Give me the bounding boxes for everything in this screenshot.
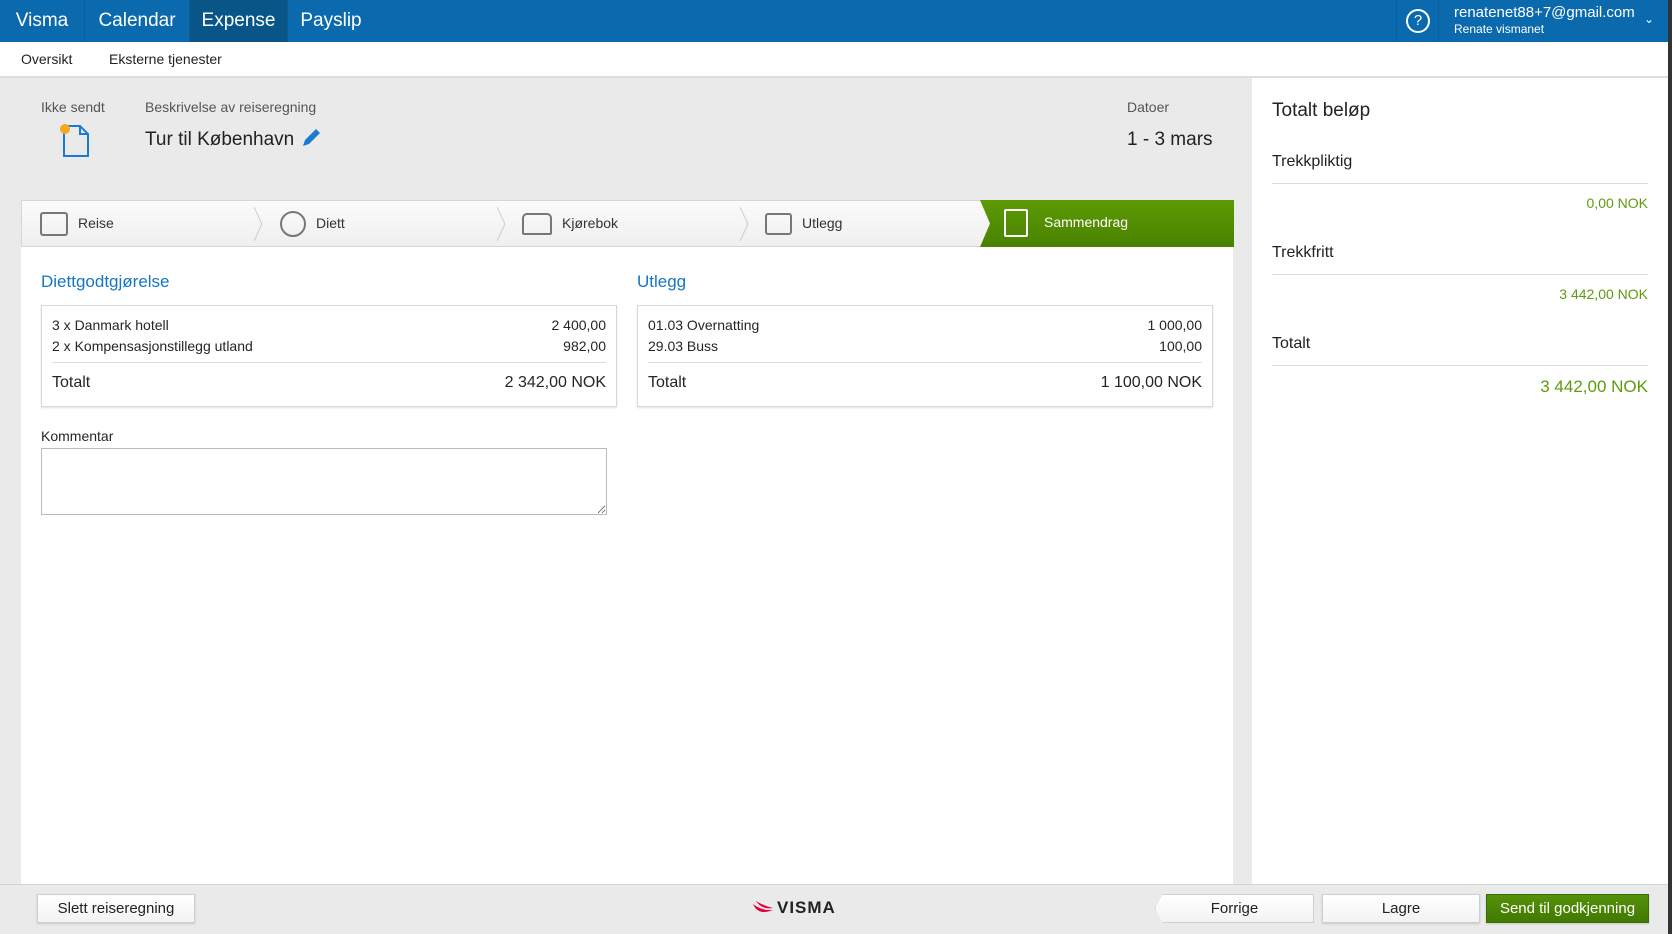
total-label: Totalt xyxy=(648,374,687,391)
diett-card: 3 x Danmark hotell 2 400,00 2 x Kompensas… xyxy=(41,305,617,407)
total-amount: 2 342,00 NOK xyxy=(504,374,606,391)
row-label: 2 x Kompensasjonstillegg utland xyxy=(52,338,253,354)
divider xyxy=(1272,365,1648,366)
row-amount: 100,00 xyxy=(1159,338,1202,354)
user-name: Renate vismanet xyxy=(1454,22,1545,36)
nav-payslip[interactable]: Payslip xyxy=(288,0,374,42)
description-label: Beskrivelse av reiseregning xyxy=(145,99,317,115)
diett-row: 3 x Danmark hotell 2 400,00 xyxy=(52,317,606,333)
row-label: 3 x Danmark hotell xyxy=(52,317,169,333)
user-email: renatenet88+7@gmail.com xyxy=(1454,4,1635,21)
step-reise[interactable]: Reise xyxy=(40,201,114,246)
subnav-oversikt[interactable]: Oversikt xyxy=(21,51,72,67)
step-separator xyxy=(497,207,506,241)
step-separator xyxy=(740,207,749,241)
suitcase-icon xyxy=(40,212,68,237)
total-label: Totalt xyxy=(1272,335,1311,352)
help-icon: ? xyxy=(1406,9,1430,33)
divider xyxy=(1272,183,1648,184)
clipboard-chart-icon xyxy=(1004,209,1028,238)
nav-visma[interactable]: Visma xyxy=(0,0,85,42)
top-navigation: Visma Calendar Expense Payslip ? renaten… xyxy=(0,0,1672,42)
row-label: 29.03 Buss xyxy=(648,338,719,354)
new-document-icon xyxy=(60,124,89,157)
trekkpliktig-label: Trekkpliktig xyxy=(1272,153,1353,170)
utlegg-total: Totalt 1 100,00 NOK xyxy=(648,374,1202,392)
chevron-down-icon[interactable]: ⌄ xyxy=(1644,12,1654,26)
edit-pencil-icon[interactable] xyxy=(300,127,322,149)
step-sammendrag[interactable]: Sammendrag xyxy=(980,200,1234,247)
total-value: 3 442,00 NOK xyxy=(1540,377,1648,396)
row-amount: 1 000,00 xyxy=(1147,317,1203,333)
sub-navigation: Oversikt Eksterne tjenester xyxy=(0,42,1668,78)
visma-logo: VISMA xyxy=(752,898,836,918)
trip-title: Tur til København xyxy=(145,129,295,150)
visma-logo-icon xyxy=(753,901,773,912)
row-label: 01.03 Overnatting xyxy=(648,317,760,333)
row-amount: 982,00 xyxy=(563,338,606,354)
divider xyxy=(1272,274,1648,275)
comment-label: Kommentar xyxy=(41,428,114,444)
nav-calendar[interactable]: Calendar xyxy=(85,0,190,42)
step-diett[interactable]: Diett xyxy=(280,201,345,246)
nav-expense[interactable]: Expense xyxy=(190,0,288,42)
wizard-steps: Reise Diett Kjørebok Utlegg Sammendrag xyxy=(21,200,1234,247)
help-button[interactable]: ? xyxy=(1396,0,1439,42)
wallet-icon xyxy=(765,213,792,236)
save-button[interactable]: Lagre xyxy=(1322,894,1480,923)
trekkfritt-value: 3 442,00 NOK xyxy=(1559,286,1648,302)
delete-button[interactable]: Slett reiseregning xyxy=(37,894,195,923)
step-utlegg[interactable]: Utlegg xyxy=(765,201,842,246)
step-label: Reise xyxy=(78,215,114,231)
car-icon xyxy=(522,213,552,236)
footer-bar: Slett reiseregning VISMA Forrige Lagre S… xyxy=(0,884,1668,934)
diett-total: Totalt 2 342,00 NOK xyxy=(52,374,606,392)
total-amount: 1 100,00 NOK xyxy=(1100,374,1202,391)
divider xyxy=(648,362,1202,363)
utlegg-row: 01.03 Overnatting 1 000,00 xyxy=(648,317,1202,333)
step-label: Diett xyxy=(316,215,345,231)
plate-icon xyxy=(280,211,306,238)
status-label: Ikke sendt xyxy=(41,99,105,115)
dates-value: 1 - 3 mars xyxy=(1127,129,1213,150)
previous-button[interactable]: Forrige xyxy=(1155,894,1314,923)
step-label: Kjørebok xyxy=(562,215,619,231)
trekkfritt-label: Trekkfritt xyxy=(1272,244,1334,261)
row-amount: 2 400,00 xyxy=(551,317,607,333)
step-label: Utlegg xyxy=(802,215,843,231)
diett-heading: Diettgodtgjørelse xyxy=(41,272,170,291)
subnav-eksterne-tjenester[interactable]: Eksterne tjenester xyxy=(109,51,222,67)
total-label: Totalt xyxy=(52,374,91,391)
diett-row: 2 x Kompensasjonstillegg utland 982,00 xyxy=(52,338,606,354)
step-separator xyxy=(254,207,263,241)
step-kjorebok[interactable]: Kjørebok xyxy=(522,201,618,246)
user-menu[interactable]: renatenet88+7@gmail.com Renate vismanet xyxy=(1454,4,1635,36)
divider xyxy=(52,362,606,363)
send-for-approval-button[interactable]: Send til godkjenning xyxy=(1486,894,1649,923)
window-edge xyxy=(1668,0,1672,934)
visma-logo-text: VISMA xyxy=(777,898,836,917)
total-panel: Totalt beløp Trekkpliktig 0,00 NOK Trekk… xyxy=(1252,78,1668,884)
utlegg-heading: Utlegg xyxy=(637,272,687,291)
comment-input[interactable] xyxy=(41,448,607,515)
dates-label: Datoer xyxy=(1127,99,1170,115)
utlegg-row: 29.03 Buss 100,00 xyxy=(648,338,1202,354)
utlegg-card: 01.03 Overnatting 1 000,00 29.03 Buss 100,… xyxy=(637,305,1213,407)
trekkpliktig-value: 0,00 NOK xyxy=(1586,195,1648,211)
step-label: Sammendrag xyxy=(1044,214,1129,230)
total-panel-title: Totalt beløp xyxy=(1272,100,1371,121)
